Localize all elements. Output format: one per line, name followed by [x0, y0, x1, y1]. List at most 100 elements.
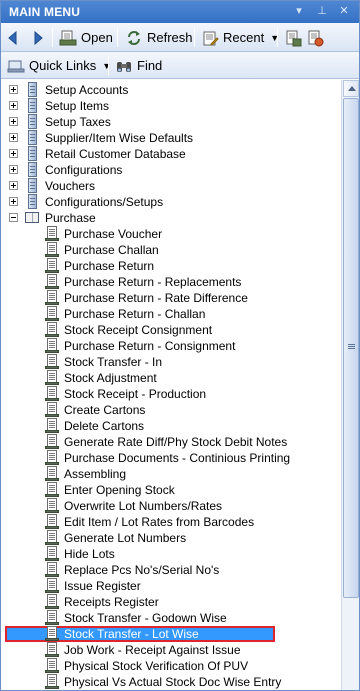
- form-icon: [45, 322, 59, 338]
- tree-leaf-label: Stock Receipt Consignment: [64, 323, 213, 337]
- open-icon: [59, 30, 77, 45]
- tree-leaf[interactable]: Replace Pcs No's/Serial No's: [1, 562, 341, 578]
- tree-node-label: Supplier/Item Wise Defaults: [45, 131, 194, 145]
- form-icon: [45, 402, 59, 418]
- tree-leaf-label: Purchase Documents - Continious Printing: [64, 451, 291, 465]
- tree-leaf[interactable]: Generate Lot Numbers: [1, 530, 341, 546]
- forward-button[interactable]: [32, 27, 44, 48]
- find-button[interactable]: Find: [115, 55, 162, 76]
- tree-leaf[interactable]: Create Cartons: [1, 402, 341, 418]
- tree-node-label: Setup Accounts: [45, 83, 129, 97]
- tree-leaf-label: Hide Lots: [64, 547, 115, 561]
- document-icon: [25, 178, 39, 194]
- tree-leaf[interactable]: Job Work - Receipt Against Issue: [1, 642, 341, 658]
- tree-leaf[interactable]: Physical Stock Verification Of PUV: [1, 658, 341, 674]
- tree-leaf-label: Generate Rate Diff/Phy Stock Debit Notes: [64, 435, 288, 449]
- tree-node[interactable]: Purchase: [1, 210, 341, 226]
- tree-leaf[interactable]: Stock Adjustment: [1, 370, 341, 386]
- form-icon: [45, 594, 59, 610]
- tree-node[interactable]: Setup Items: [1, 98, 341, 114]
- tree-leaf[interactable]: Purchase Return - Consignment: [1, 338, 341, 354]
- form-icon: [45, 370, 59, 386]
- tree-leaf-label: Stock Adjustment: [64, 371, 157, 385]
- document-icon: [25, 114, 39, 130]
- tree-node[interactable]: Setup Accounts: [1, 82, 341, 98]
- tree-leaf[interactable]: Hide Lots: [1, 546, 341, 562]
- expand-icon[interactable]: [9, 181, 18, 190]
- expand-icon[interactable]: [9, 133, 18, 142]
- tree-leaf[interactable]: Purchase Return - Challan: [1, 306, 341, 322]
- tree-leaf[interactable]: Physical Vs Actual Stock Doc Wise Entry: [1, 674, 341, 690]
- scroll-grip-icon: [348, 344, 355, 345]
- quick-links-button[interactable]: Quick Links ▼: [7, 55, 111, 76]
- close-icon[interactable]: ✕: [337, 4, 351, 19]
- tree-leaf[interactable]: Stock Transfer - Godown Wise: [1, 610, 341, 626]
- expand-icon[interactable]: [9, 101, 18, 110]
- dropdown-icon[interactable]: ▾: [292, 4, 306, 19]
- form-icon: [45, 498, 59, 514]
- tree-leaf-label: Replace Pcs No's/Serial No's: [64, 563, 220, 577]
- secondary-toolbar: Quick Links ▼ Find: [1, 52, 359, 79]
- pin-icon[interactable]: ⊥: [315, 4, 329, 19]
- tree-leaf[interactable]: Stock Receipt - Production: [1, 386, 341, 402]
- scroll-thumb[interactable]: [343, 98, 359, 598]
- tree-leaf[interactable]: Purchase Voucher: [1, 226, 341, 242]
- tree-leaf[interactable]: Purchase Documents - Continious Printing: [1, 450, 341, 466]
- form-icon: [45, 546, 59, 562]
- tree-leaf[interactable]: Stock Receipt Consignment: [1, 322, 341, 338]
- tree-leaf[interactable]: Stock Transfer - In: [1, 354, 341, 370]
- tree-node[interactable]: Vouchers: [1, 178, 341, 194]
- refresh-button[interactable]: Refresh: [125, 27, 193, 48]
- expand-icon[interactable]: [9, 117, 18, 126]
- tree-leaf-label: Stock Transfer - Godown Wise: [64, 611, 227, 625]
- refresh-icon: [128, 30, 140, 45]
- form-icon: [45, 290, 59, 306]
- tree-leaf[interactable]: Issue Register: [1, 578, 341, 594]
- tree-node[interactable]: Configurations: [1, 162, 341, 178]
- tree-leaf[interactable]: Edit Item / Lot Rates from Barcodes: [1, 514, 341, 530]
- expand-icon[interactable]: [9, 149, 18, 158]
- scroll-up-button[interactable]: [343, 80, 359, 97]
- form-icon: [45, 674, 59, 690]
- tree-leaf[interactable]: Overwrite Lot Numbers/Rates: [1, 498, 341, 514]
- tree-leaf[interactable]: Purchase Challan: [1, 242, 341, 258]
- main-toolbar: Open Refresh Recent ▼: [1, 23, 359, 52]
- tree-node-label: Configurations: [45, 163, 123, 177]
- tree-leaf-label: Purchase Return - Consignment: [64, 339, 236, 353]
- form-icon: [45, 466, 59, 482]
- open-book-icon: [25, 210, 39, 226]
- tree-leaf-label: Stock Transfer - In: [64, 355, 163, 369]
- tree-node[interactable]: Configurations/Setups: [1, 194, 341, 210]
- tree-leaf[interactable]: Receipts Register: [1, 594, 341, 610]
- collapse-icon[interactable]: [9, 213, 18, 222]
- tree-leaf[interactable]: Assembling: [1, 466, 341, 482]
- tree-leaf-label: Create Cartons: [64, 403, 146, 417]
- tree-node[interactable]: Setup Taxes: [1, 114, 341, 130]
- form-icon: [45, 482, 59, 498]
- tree-leaf[interactable]: Stock Transfer - Lot Wise: [1, 626, 341, 642]
- tree-leaf-label: Enter Opening Stock: [64, 483, 175, 497]
- open-button[interactable]: Open: [59, 27, 113, 48]
- tree-node[interactable]: Retail Customer Database: [1, 146, 341, 162]
- expand-icon[interactable]: [9, 197, 18, 206]
- tree-leaf[interactable]: Purchase Return: [1, 258, 341, 274]
- tree-node[interactable]: Supplier/Item Wise Defaults: [1, 130, 341, 146]
- form-icon: [45, 274, 59, 290]
- vertical-scrollbar[interactable]: [341, 80, 359, 690]
- tree-leaf[interactable]: Delete Cartons: [1, 418, 341, 434]
- tree-leaf-label: Overwrite Lot Numbers/Rates: [64, 499, 223, 513]
- main-menu-window: MAIN MENU ▾ ⊥ ✕ Open Refresh Recent ▼ Qu…: [0, 0, 360, 691]
- recent-button[interactable]: Recent ▼: [201, 27, 279, 48]
- tree-leaf[interactable]: Purchase Return - Rate Difference: [1, 290, 341, 306]
- toolbar-separator: [108, 56, 109, 75]
- remove-favorite-button[interactable]: [306, 27, 324, 48]
- back-button[interactable]: [7, 27, 19, 48]
- expand-icon[interactable]: [9, 165, 18, 174]
- expand-icon[interactable]: [9, 85, 18, 94]
- tree-leaf[interactable]: Generate Rate Diff/Phy Stock Debit Notes: [1, 434, 341, 450]
- add-favorite-button[interactable]: [284, 27, 302, 48]
- form-icon: [45, 258, 59, 274]
- tree-leaf[interactable]: Purchase Return - Replacements: [1, 274, 341, 290]
- tree-leaf[interactable]: Enter Opening Stock: [1, 482, 341, 498]
- tree-leaf-label: Job Work - Receipt Against Issue: [64, 643, 241, 657]
